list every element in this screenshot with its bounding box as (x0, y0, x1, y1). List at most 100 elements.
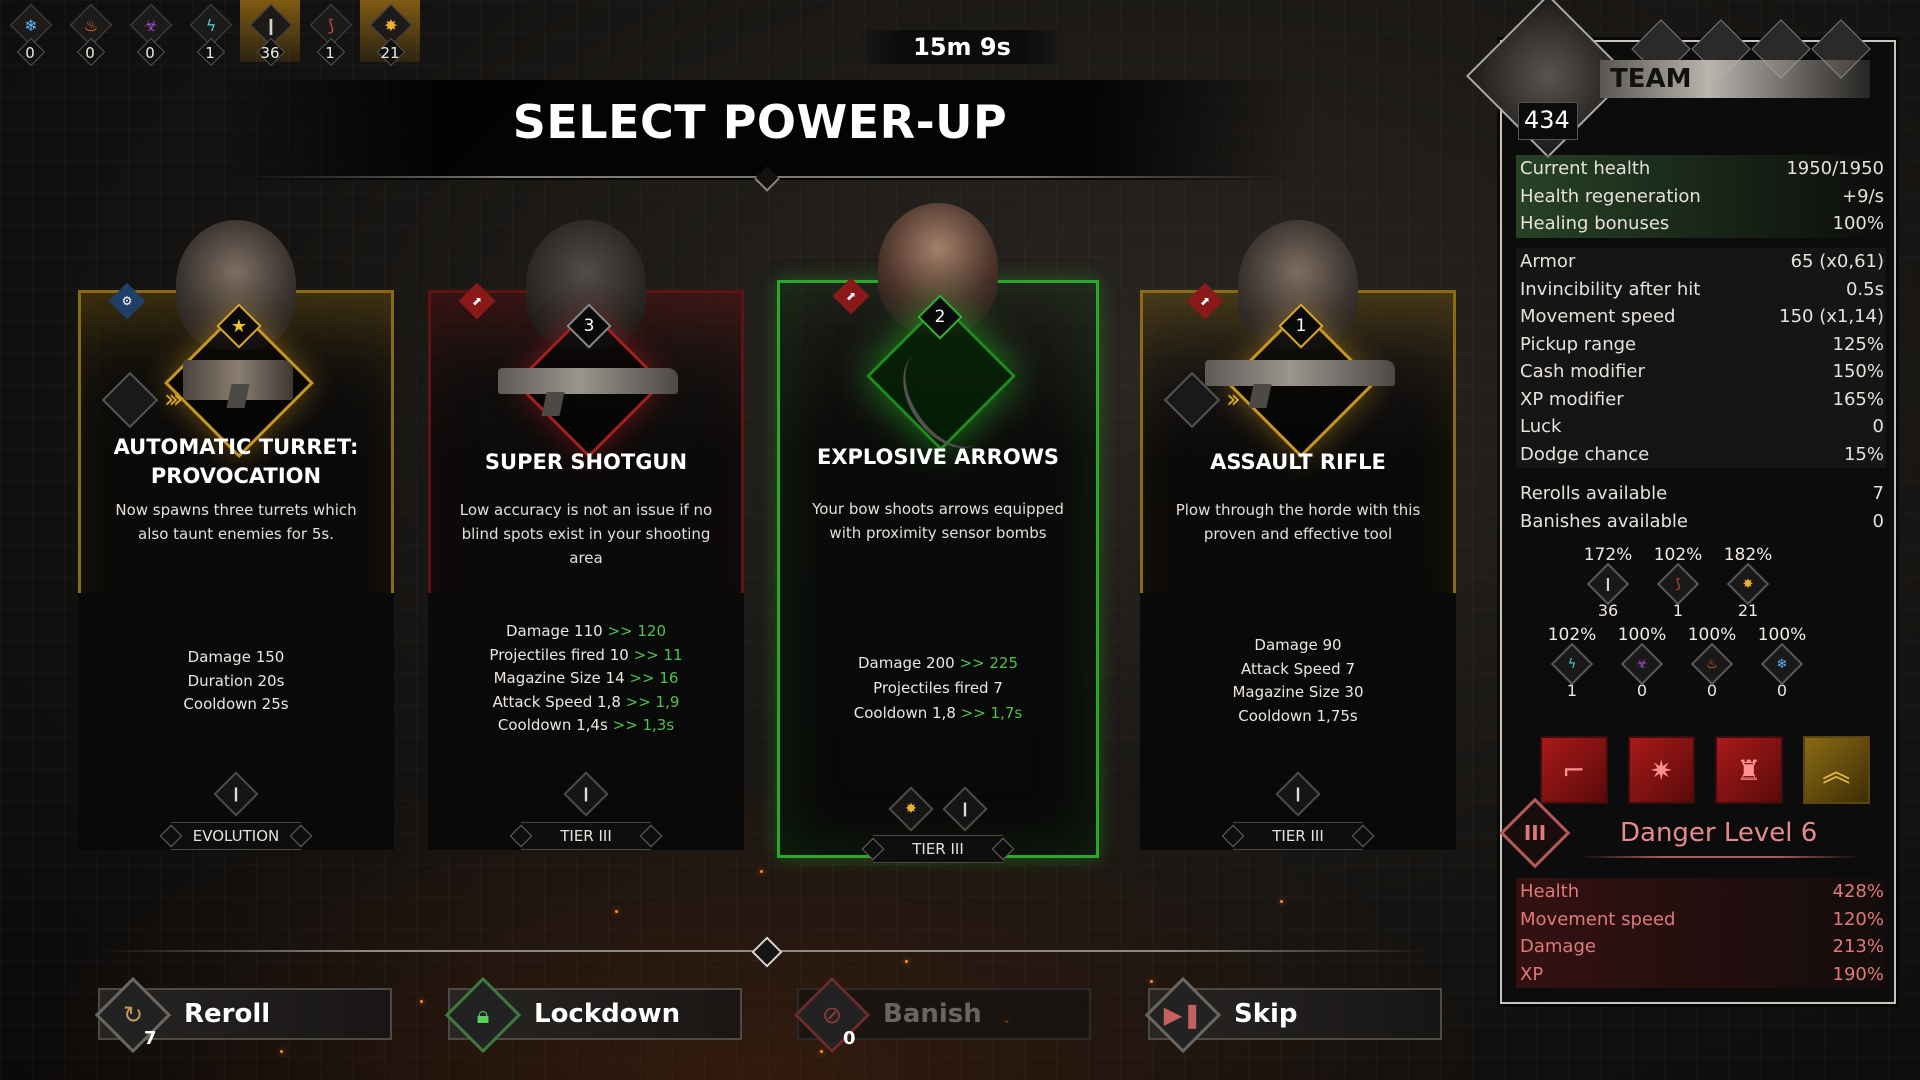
upgrade-arrow-icon: ›› (1163, 371, 1241, 429)
blood-icon: ⟆ (1656, 562, 1700, 606)
resource-fire: ♨ 0 (60, 0, 120, 62)
stat-row: Banishes available 0 (1520, 510, 1884, 532)
pistol-icon[interactable]: ⌐ (1540, 736, 1608, 804)
survivor-icon[interactable]: ♜ (1715, 736, 1783, 804)
danger-stats: Health 428% Movement speed 120% Damage 213%… (1516, 878, 1886, 988)
multiplier-fire: 100% ♨ 0 (1687, 625, 1737, 700)
stat-row: Pickup range 125% (1520, 333, 1884, 355)
stat-row: Dodge chance 15% (1520, 443, 1884, 465)
stat-line: Magazine Size 14 >> 16 (493, 669, 679, 687)
page-title: SELECT POWER-UP (512, 95, 1008, 149)
stat-row: Healing bonuses 100% (1520, 213, 1884, 234)
danger-divider (1580, 856, 1860, 858)
card-description: Plow through the horde with this proven … (1175, 501, 1421, 543)
stat-line: Projectiles fired 7 (873, 679, 1003, 697)
explosion-icon: ✸ (1726, 562, 1770, 606)
skip-button[interactable]: ▶❚ Skip (1144, 976, 1442, 1054)
stat-line: Cooldown 1,8 >> 1,7s (853, 704, 1023, 722)
lockdown-button[interactable]: 🔒︎ Lockdown (444, 976, 742, 1054)
stat-line: Damage 90 (1254, 636, 1342, 654)
danger-level-title: Danger Level 6 (1620, 818, 1818, 848)
card-description: Now spawns three turrets which also taun… (115, 501, 357, 543)
game-timer: 15m 9s (858, 30, 1066, 64)
bullet-icon: ❙ (942, 786, 988, 832)
stat-line: Cooldown 25s (183, 695, 289, 713)
weapon-tag-icon: ⬈ (1186, 282, 1224, 320)
card-title: EXPLOSIVE ARROWS (817, 445, 1059, 469)
reroll-count: 7 (144, 1028, 157, 1049)
rank-chevron-icon[interactable]: ︽ (1802, 736, 1870, 804)
stat-line: Projectiles fired 10 >> 11 (489, 645, 683, 664)
stat-row: XP 190% (1520, 963, 1884, 985)
bullet-icon: ❙ (1275, 771, 1321, 817)
powerup-card-assault-rifle[interactable]: ⬈ 1 ›› ASSAULT RIFLE Plow through the ho… (1140, 220, 1456, 850)
stat-row: Luck 0 (1520, 416, 1884, 437)
stat-row: Cash modifier 150% (1520, 361, 1884, 382)
card-stats: Damage 150 Duration 20s Cooldown 25s (78, 646, 394, 717)
resource-count: 0 (0, 44, 60, 62)
team-label: TEAM (1600, 60, 1870, 98)
resource-count: 0 (120, 44, 180, 62)
card-description: Your bow shoots arrows equipped with pro… (812, 500, 1064, 542)
card-title-line1: AUTOMATIC TURRET: (113, 435, 359, 459)
bullet-icon: ❙ (213, 771, 259, 817)
card-tags: ❙ (78, 771, 394, 817)
stat-line: Damage 200 >> 225 (857, 654, 1019, 672)
powerup-card-explosive-arrows[interactable]: ⬈ 2 EXPLOSIVE ARROWS Your bow shoots arr… (777, 203, 1099, 863)
perk-list: ⌐ ✷ ♜ ︽ (1540, 736, 1870, 804)
resource-count: 0 (60, 44, 120, 62)
weapon-tag-icon: ⬈ (832, 277, 870, 315)
tier-label: EVOLUTION (171, 822, 301, 850)
card-stats: Damage 110 >> 120 Projectiles fired 10 >… (428, 620, 744, 738)
banish-count: 0 (843, 1028, 856, 1049)
stat-row: Movement speed 150 (x1,14) (1520, 306, 1884, 327)
stat-line: Magazine Size 30 (1232, 683, 1364, 701)
powerup-card-super-shotgun[interactable]: ⬈ 3 SUPER SHOTGUN Low accuracy is not an… (428, 220, 744, 850)
stat-line: Attack Speed 1,8 >> 1,9 (492, 692, 680, 711)
frost-icon: ❄ (1760, 642, 1804, 686)
stat-line: Duration 20s (187, 671, 285, 690)
health-stats: Current health 1950/1950 Health regenerat… (1516, 155, 1886, 238)
stat-row: Health regeneration +9/s (1520, 185, 1884, 207)
reroll-stats: Rerolls available 7 Banishes available 0 (1516, 480, 1886, 535)
card-title: ASSAULT RIFLE (1210, 450, 1386, 474)
turret-icon (183, 360, 293, 400)
bullet-icon: ❙ (1586, 562, 1630, 606)
resource-frost: ❄ 0 (0, 0, 60, 62)
stat-row: Movement speed 120% (1520, 908, 1884, 930)
multiplier-lightning: 102% ϟ 1 (1547, 625, 1597, 700)
resource-explosion: ✸ 21 (360, 0, 420, 62)
burst-icon[interactable]: ✷ (1627, 736, 1695, 804)
reroll-button[interactable]: ↻ Reroll 7 (94, 976, 392, 1054)
tier-label: TIER III (1233, 822, 1363, 850)
upgrade-arrow-icon: ››› (101, 371, 183, 429)
bullet-icon: ❙ (563, 771, 609, 817)
card-description: Low accuracy is not an issue if no blind… (459, 501, 713, 567)
card-tags: ✸ ❙ (780, 786, 1096, 832)
weapon-tag-icon: ⬈ (458, 282, 496, 320)
multiplier-blood: 102% ⟆ 1 (1653, 545, 1703, 620)
resource-toxic: ☣ 0 (120, 0, 180, 62)
explosion-icon: ✸ (888, 786, 934, 832)
powerup-card-automatic-turret[interactable]: ⚙ ★ ››› AUTOMATIC TURRET: PROVOCATION No… (78, 220, 394, 850)
multiplier-explosion: 182% ✸ 21 (1723, 545, 1773, 620)
resource-count: 1 (180, 44, 240, 62)
stat-line: Cooldown 1,4s >> 1,3s (497, 716, 675, 734)
multiplier-toxic: 100% ☣ 0 (1617, 625, 1667, 700)
team-level: 434 (1524, 106, 1570, 134)
banish-button[interactable]: ⊘ Banish 0 (793, 976, 1091, 1054)
gear-icon: ⚙ (108, 282, 146, 320)
toxic-icon: ☣ (1620, 642, 1664, 686)
stat-line: Damage 150 (187, 648, 285, 666)
resource-lightning: ϟ 1 (180, 0, 240, 62)
card-tags: ❙ (1140, 771, 1456, 817)
fire-icon: ♨ (1690, 642, 1734, 686)
stat-row: Armor 65 (x0,61) (1520, 251, 1884, 272)
stat-row: Invincibility after hit 0.5s (1520, 278, 1884, 300)
lightning-icon: ϟ (1550, 642, 1594, 686)
stat-row: XP modifier 165% (1520, 388, 1884, 410)
tier-label: TIER III (521, 822, 651, 850)
multiplier-frost: 100% ❄ 0 (1757, 625, 1807, 700)
resource-bullet: ❙ 36 (240, 0, 300, 62)
resource-blood: ⟆ 1 (300, 0, 360, 62)
